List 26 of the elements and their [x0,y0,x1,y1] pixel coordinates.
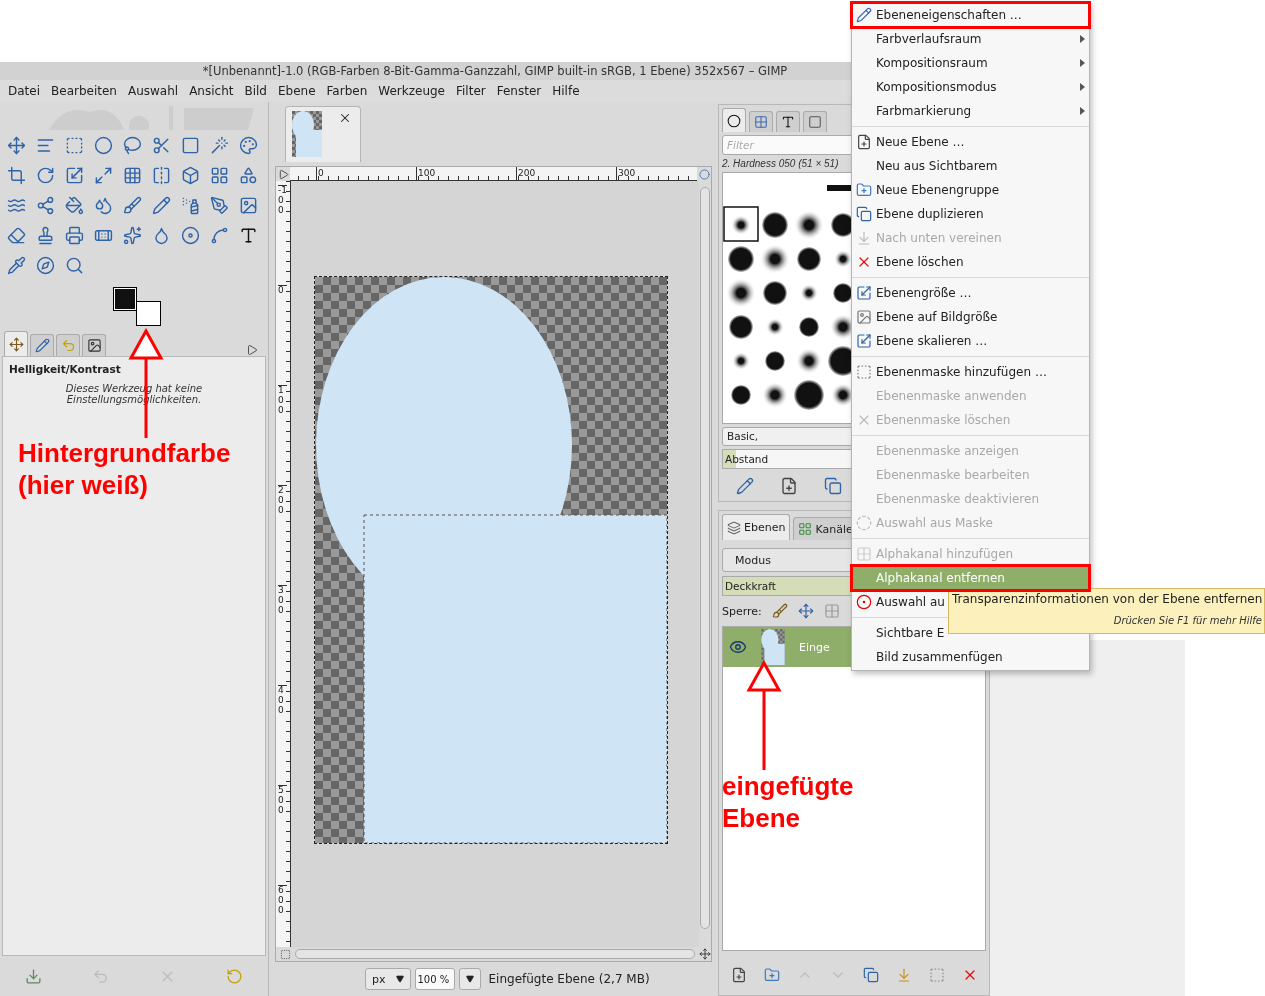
tooltip-hint: Drücken Sie F1 für mehr Hilfe [1113,615,1262,626]
status-text: Eingefügte Ebene (2,7 MB) [488,972,650,986]
ruler-label: 300 [278,585,287,616]
annotation-text: eingefügte [722,770,854,802]
tooltip-text: Transparenzinformationen von der Ebene entfernen [952,592,1262,606]
ruler-label: 600 [278,885,287,916]
ruler-label: 500 [278,785,287,816]
slider-label: Deckkraft [724,580,776,592]
ruler-label: 0 [316,167,324,180]
window-title: *[Unbenannt]-1.0 (RGB-Farben 8-Bit-Gamma-Ganzzahl, GIMP built-in sRGB, 1 Ebene) 352x567 – GIMP [202,64,788,78]
ruler-label: 0 [278,285,287,296]
annotation-text: Ebene [722,802,802,834]
slider-label: Abstand [724,452,769,465]
ruler-label: 100 [278,385,287,416]
ruler-label: -100 [278,185,287,216]
lock-label: Sperre: [722,604,762,618]
annotation-text: (hier weiß) [18,469,149,501]
ruler-label: 300 [616,167,636,180]
ruler-label: 200 [516,167,536,180]
ruler-label: 200 [278,485,287,516]
layer-name: Einge [799,640,830,654]
tool-name: Helligkeit/Kontrast [9,363,122,375]
brush-name: 2. Hardness 050 (51 × 51) [722,157,839,169]
ruler-label: 400 [278,685,287,716]
annotation-text: Hintergrundfarbe [18,437,231,469]
ruler-label: 100 [416,167,436,180]
